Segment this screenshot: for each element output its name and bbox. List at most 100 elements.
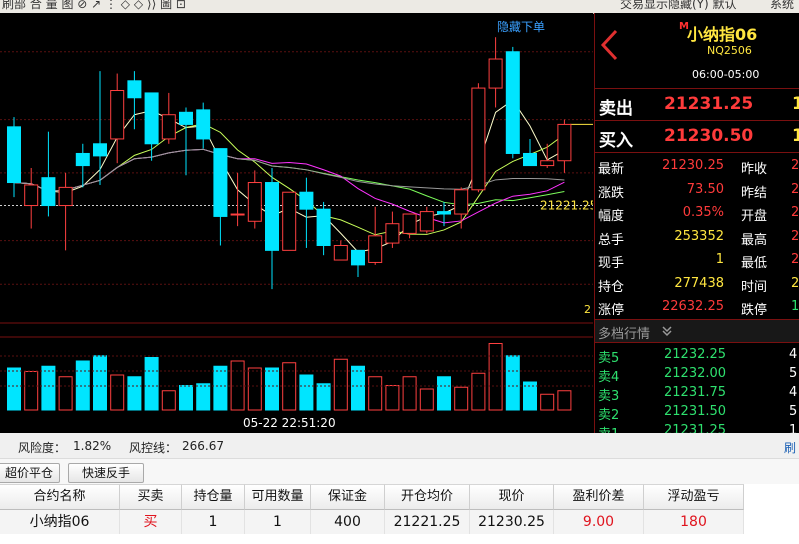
volume-bar <box>454 386 469 411</box>
risk-line-value: 266.67 <box>182 439 224 453</box>
risk-ratio-label: 风险度： <box>18 441 67 455</box>
candle-body <box>41 177 56 207</box>
quote-label: 最高 <box>741 232 768 248</box>
cell-side[interactable]: 买 <box>120 510 182 534</box>
cell-floating-pnl[interactable]: 180 <box>644 510 744 534</box>
volume-bar <box>351 365 365 411</box>
quote-value: 73.50 <box>686 181 724 197</box>
cell-contract-name[interactable]: 小纳指06 <box>0 510 120 534</box>
risk-line-label: 风控线： <box>129 441 178 455</box>
header-side[interactable]: 买卖 <box>120 484 182 510</box>
cell-available-qty[interactable]: 1 <box>245 510 311 534</box>
candle-body <box>110 90 125 140</box>
volume-bar <box>557 390 572 411</box>
cell-margin[interactable]: 400 <box>311 510 385 534</box>
ask-volume: 1 <box>792 94 799 114</box>
volume-bar <box>24 371 39 411</box>
header-contract-name[interactable]: 合约名称 <box>0 484 120 510</box>
bid-price: 21230.50 <box>664 126 754 146</box>
quote-value: 1 <box>791 299 799 314</box>
candle-body <box>144 92 159 145</box>
candle-body <box>557 123 572 162</box>
candle-body <box>7 126 21 184</box>
header-margin[interactable]: 保证金 <box>311 484 385 510</box>
ask-row[interactable]: 卖出 21231.25 1 <box>595 89 799 121</box>
depth-price: 21232.25 <box>664 347 727 362</box>
volume-bar <box>196 383 211 411</box>
double-chevron-down-icon[interactable] <box>661 325 673 337</box>
quote-label: 跌停 <box>741 303 768 318</box>
volume-bar <box>144 357 159 411</box>
volume-bar <box>41 365 56 411</box>
volume-bar <box>316 383 331 411</box>
header-position-qty[interactable]: 持仓量 <box>182 484 245 510</box>
trading-session: 06:00-05:00 <box>692 68 760 81</box>
bid-volume: 1 <box>792 126 799 146</box>
header-last-price[interactable]: 现价 <box>470 484 554 510</box>
volume-bar <box>488 343 503 411</box>
header-profit-spread[interactable]: 盈利价差 <box>554 484 644 510</box>
cell-position-qty[interactable]: 1 <box>182 510 245 534</box>
contract-name: 小纳指06 <box>687 25 758 44</box>
depth-row[interactable]: 卖4 21232.00 5 <box>595 365 799 385</box>
quote-panel: M 小纳指06 NQ2506 06:00-05:00 卖出 21231.25 1… <box>594 13 799 442</box>
candle-body <box>75 152 90 167</box>
quote-row: 幅度 0.35% 开盘 2 <box>595 202 799 225</box>
depth-row[interactable]: 卖5 21232.25 4 <box>595 346 799 366</box>
depth-header[interactable]: 多档行情 <box>595 320 799 343</box>
candle-body <box>385 223 400 244</box>
depth-row[interactable]: 卖3 21231.75 4 <box>595 384 799 404</box>
toolbar-system[interactable]: 系统 <box>770 0 794 12</box>
volume-bar <box>247 367 262 411</box>
header-floating-pnl[interactable]: 浮动盈亏 <box>644 484 744 510</box>
quote-value: 1 <box>715 252 724 267</box>
quote-label: 开盘 <box>741 209 768 224</box>
kline-chart[interactable]: 21221.25 2 05-22 22:51:20 <box>0 13 593 433</box>
volume-bar <box>93 355 107 411</box>
candle-body <box>540 160 555 167</box>
positions-table: 合约名称 买卖 持仓量 可用数量 保证金 开仓均价 现价 盈利价差 浮动盈亏 小纳指06 买 1 1 40… <box>0 484 799 544</box>
quote-label: 昨收 <box>741 162 768 177</box>
quote-label: 幅度 <box>598 209 625 224</box>
quote-label: 昨结 <box>741 185 768 201</box>
quote-value: 2 <box>791 228 799 244</box>
candle-body <box>333 245 348 261</box>
quote-label: 涨停 <box>598 303 625 318</box>
toolbar-icons[interactable]: 刷部 合 量 图 ⊘ ↗ ⋮ ◇ ◇ ⟩⟩ 圖 ⊡ <box>2 0 186 12</box>
quick-reverse-button[interactable]: 快速反手 <box>68 463 144 483</box>
cell-last-price[interactable]: 21230.25 <box>470 510 554 534</box>
volume-bar <box>299 374 314 411</box>
depth-table: 卖5 21232.25 4 卖4 21232.00 5 卖3 21231.75 4 卖2 21231… <box>595 343 799 443</box>
cell-open-avg-price[interactable]: 21221.25 <box>385 510 470 534</box>
volume-bar <box>368 376 383 411</box>
candle-body <box>299 191 314 210</box>
header-available-qty[interactable]: 可用数量 <box>245 484 311 510</box>
back-arrow-icon[interactable] <box>599 29 619 61</box>
quote-label: 现手 <box>598 256 625 271</box>
candle-body <box>351 249 365 266</box>
depth-row[interactable]: 卖2 21231.50 5 <box>595 403 799 423</box>
action-bar: 超价平仓 快速反手 <box>0 458 799 485</box>
candle-body <box>454 189 469 215</box>
quote-value: 2 <box>791 181 799 197</box>
quote-label: 涨跌 <box>598 185 625 201</box>
candle-body <box>93 143 107 157</box>
refresh-link[interactable]: 刷 <box>784 439 796 456</box>
bid-row[interactable]: 买入 21230.50 1 <box>595 121 799 153</box>
close-all-button[interactable]: 超价平仓 <box>0 463 60 483</box>
hide-order-link[interactable]: 隐藏下单 <box>497 18 545 35</box>
quote-value: 2 <box>791 252 799 267</box>
quote-row: 最新 21230.25 昨收 2 <box>595 155 799 178</box>
volume-bar <box>505 355 520 411</box>
volume-bar <box>540 393 555 411</box>
candle-body <box>437 211 451 215</box>
toolbar-menu[interactable]: 交易显示隐藏(Y) 默认 <box>620 0 737 12</box>
volume-bar <box>333 358 348 411</box>
quote-row: 持仓 277438 时间 2 <box>595 273 799 296</box>
candle-body <box>316 208 331 246</box>
cell-profit-spread[interactable]: 9.00 <box>554 510 644 534</box>
depth-volume: 5 <box>789 366 798 381</box>
candle-body <box>402 213 417 234</box>
volume-bar <box>265 367 279 411</box>
header-open-avg-price[interactable]: 开仓均价 <box>385 484 470 510</box>
